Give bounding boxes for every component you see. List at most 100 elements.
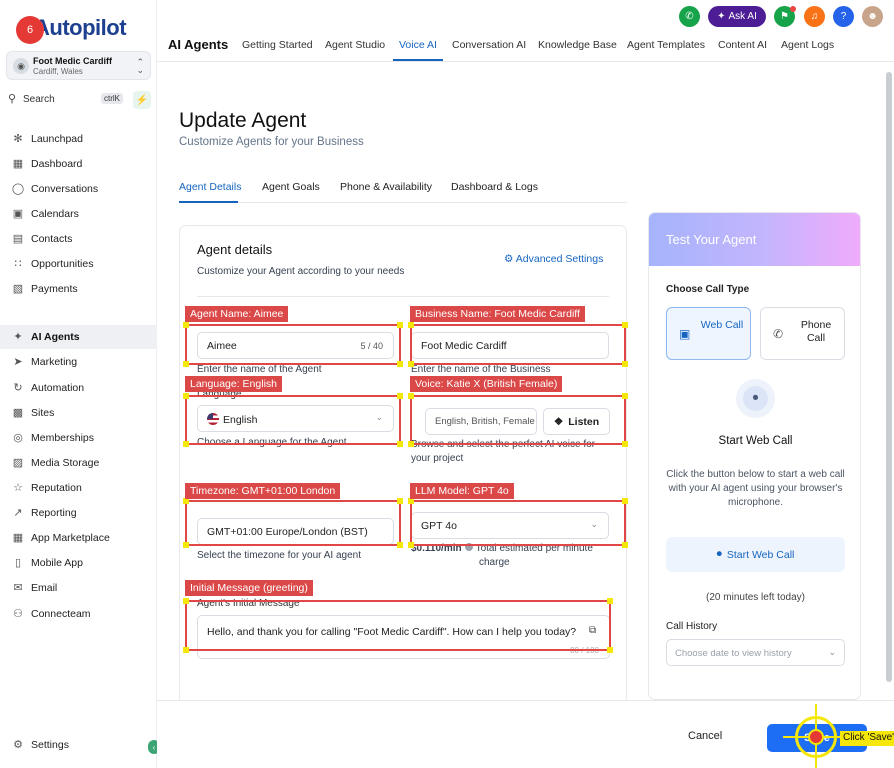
tab-conversation-ai[interactable]: Conversation AI xyxy=(452,39,526,51)
sparkle-icon: ✦ xyxy=(13,331,23,343)
sidebar-item-contacts[interactable]: ▤ Contacts xyxy=(0,227,157,251)
sidebar-item-label: Calendars xyxy=(31,208,79,220)
funnel-icon: ∷ xyxy=(14,258,22,270)
microphone-icon: ⏺ xyxy=(716,548,722,560)
sidebar-item-marketing[interactable]: ➤ Marketing xyxy=(0,350,157,374)
tab-knowledge-base[interactable]: Knowledge Base xyxy=(538,39,617,51)
payment-icon: ▧ xyxy=(12,283,24,295)
section-title: AI Agents xyxy=(168,37,229,52)
tab-content-ai[interactable]: Content AI xyxy=(718,39,767,51)
sidebar-item-dashboard[interactable]: ▦ Dashboard xyxy=(0,152,157,176)
sidebar-item-email[interactable]: ✉ Email xyxy=(0,576,157,600)
tab-agent-studio[interactable]: Agent Studio xyxy=(325,39,385,51)
sites-icon: ▩ xyxy=(12,407,24,419)
send-icon: ➤ xyxy=(13,356,23,368)
sidebar-item-mobile-app[interactable]: ▯ Mobile App xyxy=(0,551,157,575)
sidebar-item-reporting[interactable]: ↗ Reporting xyxy=(0,501,157,525)
phone-icon: ✆ xyxy=(773,327,784,341)
timezone-hint: Select the timezone for your AI agent xyxy=(197,550,361,561)
sidebar-item-opportunities[interactable]: ∷ Opportunities xyxy=(0,252,157,276)
sidebar-item-app-marketplace[interactable]: ▦ App Marketplace xyxy=(0,526,157,550)
help-icon[interactable]: ? xyxy=(833,6,854,27)
page-subtitle: Customize Agents for your Business xyxy=(179,136,364,148)
bell-icon[interactable]: ♫ xyxy=(804,6,825,27)
advanced-settings-label: Advanced Settings xyxy=(515,253,604,265)
sidebar-item-connecteam[interactable]: ⚇ Connecteam xyxy=(0,602,157,626)
call-type-label: Choose Call Type xyxy=(666,284,750,295)
test-agent-title: Test Your Agent xyxy=(666,232,757,247)
search-shortcut: ctrlK xyxy=(101,93,123,104)
app-logo[interactable]: Autopilot 6 xyxy=(14,12,144,48)
subtab-agent-goals[interactable]: Agent Goals xyxy=(262,181,320,193)
sidebar-item-automation[interactable]: ↻ Automation xyxy=(0,376,157,400)
avatar[interactable]: ☻ xyxy=(862,6,883,27)
email-icon: ✉ xyxy=(13,582,23,594)
chevron-down-icon: ⌄ xyxy=(828,647,836,657)
phone-icon[interactable]: ✆ xyxy=(679,6,700,27)
ask-ai-button[interactable]: ✦ Ask AI xyxy=(708,6,766,27)
annotation-box-business-name xyxy=(408,322,628,367)
rocket-icon: ✻ xyxy=(13,133,23,145)
sidebar-item-launchpad[interactable]: ✻ Launchpad xyxy=(0,127,157,151)
sidebar-item-label: Mobile App xyxy=(31,557,83,569)
business-name-hint: Enter the name of the Business xyxy=(411,364,551,375)
annotation-label-timezone: Timezone: GMT+01:00 London xyxy=(185,483,341,499)
annotation-label-llm: LLM Model: GPT 4o xyxy=(410,483,514,499)
quick-action-bolt-icon[interactable]: ⚡ xyxy=(133,91,151,109)
annotation-box-llm xyxy=(408,498,628,548)
microphone-badge: ⏺ xyxy=(736,379,775,418)
sidebar-item-payments[interactable]: ▧ Payments xyxy=(0,277,157,301)
sidebar-item-label: Conversations xyxy=(31,183,99,195)
star-icon: ☆ xyxy=(13,482,23,494)
tab-agent-templates[interactable]: Agent Templates xyxy=(627,39,705,51)
sidebar-item-label: Media Storage xyxy=(31,457,100,469)
web-call-option[interactable]: ▣ Web Call xyxy=(666,307,751,360)
advanced-settings-link[interactable]: ⚙ Advanced Settings xyxy=(504,253,603,265)
click-target-dot xyxy=(808,729,824,745)
annotation-label-initial-message: Initial Message (greeting) xyxy=(185,580,313,596)
sidebar-item-sites[interactable]: ▩ Sites xyxy=(0,401,157,425)
sidebar-item-reputation[interactable]: ☆ Reputation xyxy=(0,476,157,500)
automation-icon: ↻ xyxy=(13,382,23,394)
annotation-box-voice xyxy=(408,393,628,447)
llm-hint-line2: charge xyxy=(479,557,510,568)
sidebar-item-conversations[interactable]: ◯ Conversations xyxy=(0,177,157,201)
annotation-label-business-name: Business Name: Foot Medic Cardiff xyxy=(410,306,585,322)
phone-call-option[interactable]: ✆ Phone Call xyxy=(760,307,845,360)
annotation-label-voice: Voice: Katie X (British Female) xyxy=(410,376,563,392)
tab-voice-ai[interactable]: Voice AI xyxy=(399,39,437,51)
top-bar: AI Agents Getting Started Agent Studio V… xyxy=(157,0,894,62)
tab-agent-logs[interactable]: Agent Logs xyxy=(781,39,834,51)
chevron-updown-icon: ⌃ ⌄ xyxy=(136,57,144,75)
sidebar-item-label: Contacts xyxy=(31,233,73,245)
sidebar-item-label: Dashboard xyxy=(31,158,83,170)
annotation-label-agent-name: Agent Name: Aimee xyxy=(185,306,289,322)
sidebar-item-label: Payments xyxy=(31,283,78,295)
ask-ai-label: Ask AI xyxy=(728,11,757,22)
sidebar-item-label: Automation xyxy=(31,382,85,394)
grid-icon: ▦ xyxy=(12,158,24,170)
sidebar-item-media-storage[interactable]: ▨ Media Storage xyxy=(0,451,157,475)
subtab-dashboard-logs[interactable]: Dashboard & Logs xyxy=(451,181,538,193)
voice-hint-line2: your project xyxy=(411,453,464,464)
location-name: Foot Medic Cardiff xyxy=(33,56,112,66)
sidebar-item-calendars[interactable]: ▣ Calendars xyxy=(0,202,157,226)
cancel-button[interactable]: Cancel xyxy=(688,730,722,742)
sidebar-item-label: App Marketplace xyxy=(31,532,110,544)
location-switcher[interactable]: ◉ Foot Medic Cardiff Cardiff, Wales ⌃ ⌄ xyxy=(6,51,151,80)
call-history-date-select[interactable]: Choose date to view history ⌄ xyxy=(666,639,845,666)
subtab-phone-availability[interactable]: Phone & Availability xyxy=(340,181,432,193)
sidebar-item-ai-agents[interactable]: ✦ AI Agents xyxy=(0,325,157,349)
sidebar-item-label: Connecteam xyxy=(31,608,91,620)
membership-icon: ◎ xyxy=(13,432,23,444)
tab-getting-started[interactable]: Getting Started xyxy=(242,39,313,51)
subtab-agent-details[interactable]: Agent Details xyxy=(179,181,241,193)
scrollbar-thumb[interactable] xyxy=(886,72,892,682)
footer-actions: Cancel Save xyxy=(157,700,894,768)
search-button[interactable]: ⚲ Search ctrlK xyxy=(6,90,126,110)
calendar-icon: ▣ xyxy=(12,208,24,220)
sidebar-item-memberships[interactable]: ◎ Memberships xyxy=(0,426,157,450)
sidebar-item-settings[interactable]: ⚙ Settings xyxy=(0,733,157,757)
agent-name-hint: Enter the name of the Agent xyxy=(197,364,322,375)
start-web-call-button[interactable]: ⏺ Start Web Call xyxy=(666,537,845,572)
